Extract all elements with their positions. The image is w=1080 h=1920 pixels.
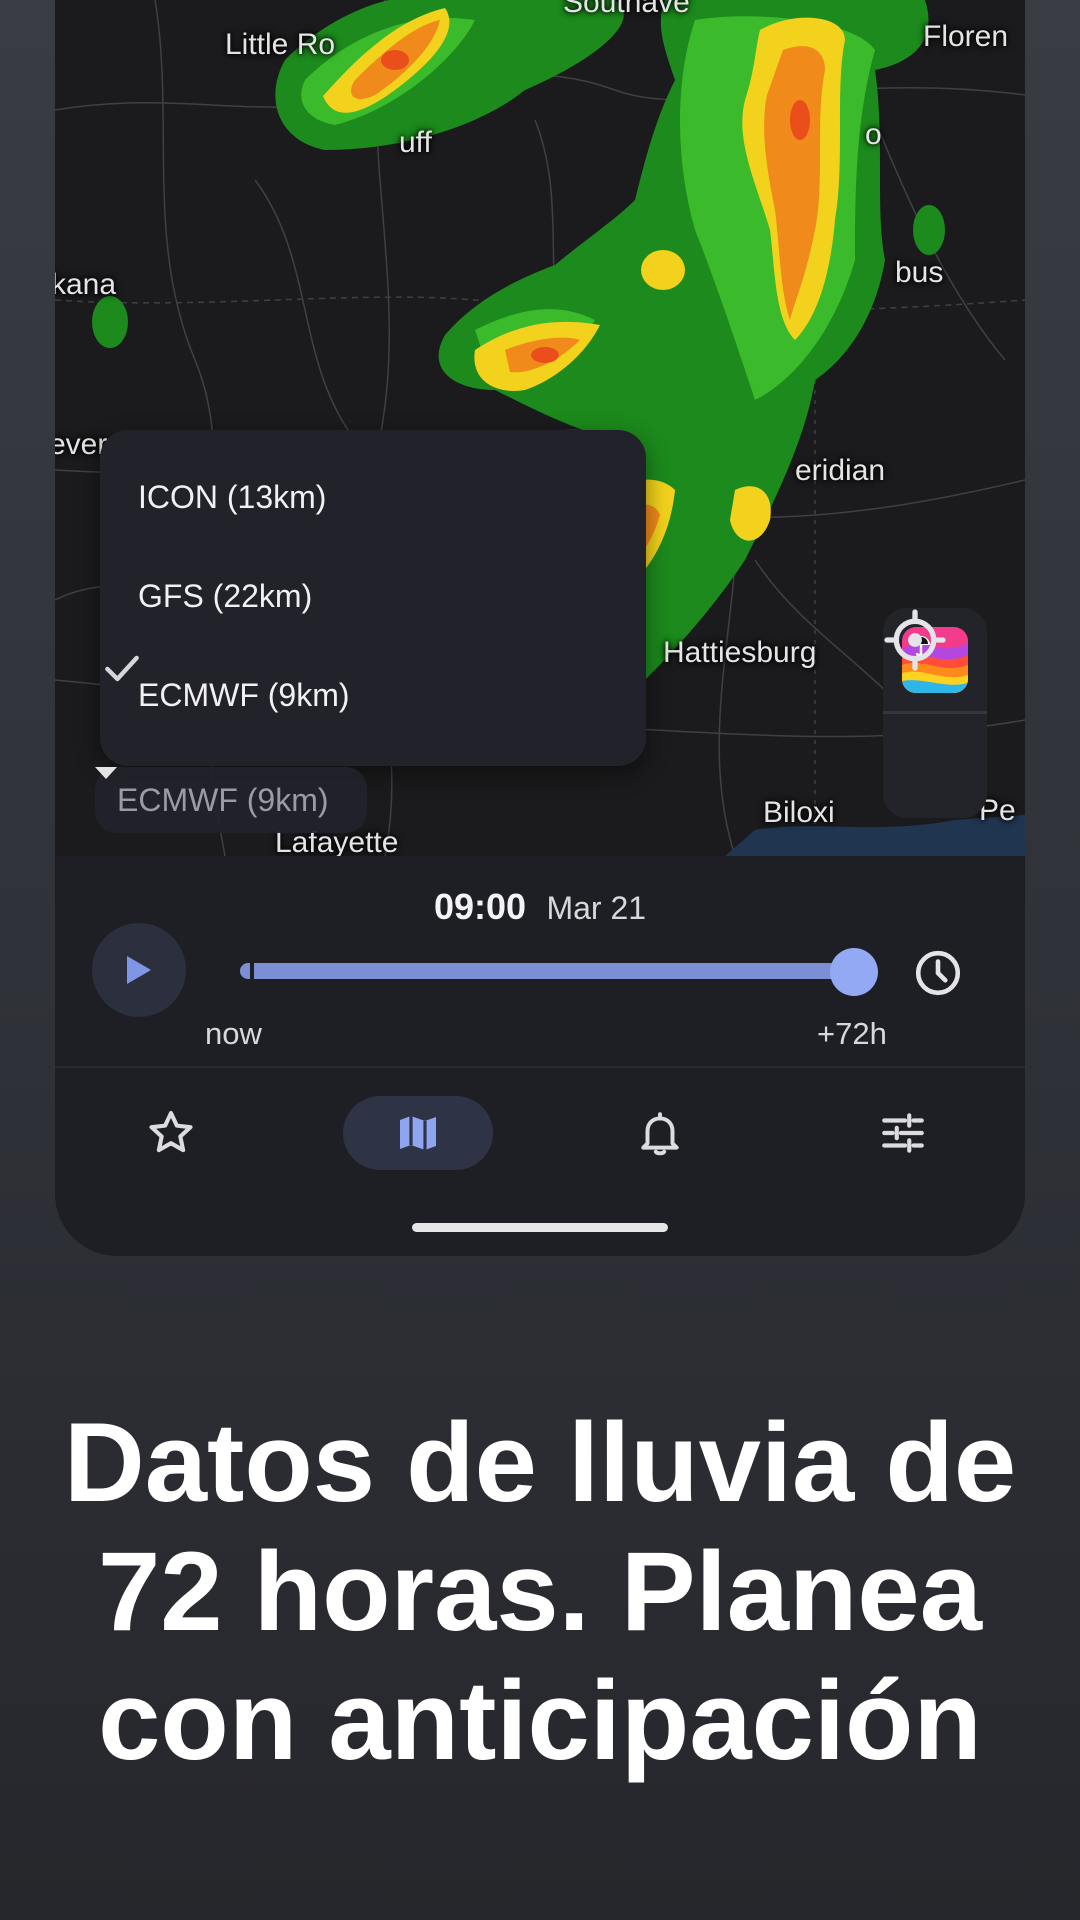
nav-map[interactable]	[343, 1096, 493, 1170]
caret-down-icon	[95, 767, 117, 779]
promo-headline: Datos de lluvia de 72 horas. Planea con …	[63, 1400, 1017, 1783]
timeline-slider-track[interactable]	[240, 963, 860, 979]
model-select-value: ECMWF (9km)	[117, 781, 329, 818]
timestamp: 09:00 Mar 21	[55, 886, 1025, 928]
divider	[883, 711, 987, 714]
model-select[interactable]: ECMWF (9km)	[95, 767, 367, 833]
map-label: bus	[895, 256, 944, 289]
timeline-panel: 09:00 Mar 21 now +72h	[55, 856, 1025, 1068]
radar-map[interactable]: Little Ro Southave Floren uff o kana bus…	[55, 0, 1025, 856]
map-label: Little Ro	[225, 28, 336, 61]
clock-icon[interactable]	[913, 948, 963, 998]
sliders-icon	[882, 1113, 924, 1153]
timeline-slider-thumb[interactable]	[830, 948, 878, 996]
phone-frame: Little Ro Southave Floren uff o kana bus…	[55, 0, 1025, 1256]
timeline-start-label: now	[205, 1016, 262, 1051]
map-label: Biloxi	[763, 796, 835, 829]
model-dropdown-menu: ICON (13km) GFS (22km) ECMWF (9km)	[100, 430, 646, 766]
map-icon	[400, 1116, 436, 1150]
menu-option-label: ICON (13km)	[138, 479, 327, 515]
time-hour: 09:00	[433, 886, 527, 927]
nav-favorites[interactable]	[96, 1096, 246, 1170]
bell-icon	[641, 1112, 679, 1156]
timeline-end-label: +72h	[817, 1016, 887, 1051]
nav-alerts[interactable]	[585, 1096, 735, 1170]
map-label: Hattiesburg	[663, 636, 817, 669]
menu-option-icon[interactable]: ICON (13km)	[100, 448, 646, 547]
menu-option-label: ECMWF (9km)	[138, 677, 350, 713]
map-label: Floren	[923, 20, 1009, 53]
map-label: Southave	[563, 0, 690, 19]
nav-settings[interactable]	[828, 1096, 978, 1170]
map-label: eridian	[795, 454, 886, 487]
bottom-navigation	[55, 1068, 1025, 1198]
timeline-start-tick	[250, 960, 254, 982]
crosshair-icon[interactable]	[883, 608, 947, 672]
map-side-controls	[883, 608, 987, 818]
home-indicator	[412, 1223, 668, 1232]
menu-option-gfs[interactable]: GFS (22km)	[100, 547, 646, 646]
map-label: uff	[399, 126, 432, 159]
menu-option-label: GFS (22km)	[138, 578, 313, 614]
checkmark-icon	[105, 655, 139, 682]
play-button[interactable]	[92, 923, 186, 1017]
play-icon	[127, 956, 151, 984]
map-label: o	[865, 118, 882, 151]
menu-option-ecmwf[interactable]: ECMWF (9km)	[100, 646, 646, 745]
star-icon	[149, 1111, 193, 1153]
time-date: Mar 21	[546, 890, 647, 926]
map-label: kana	[55, 268, 117, 301]
